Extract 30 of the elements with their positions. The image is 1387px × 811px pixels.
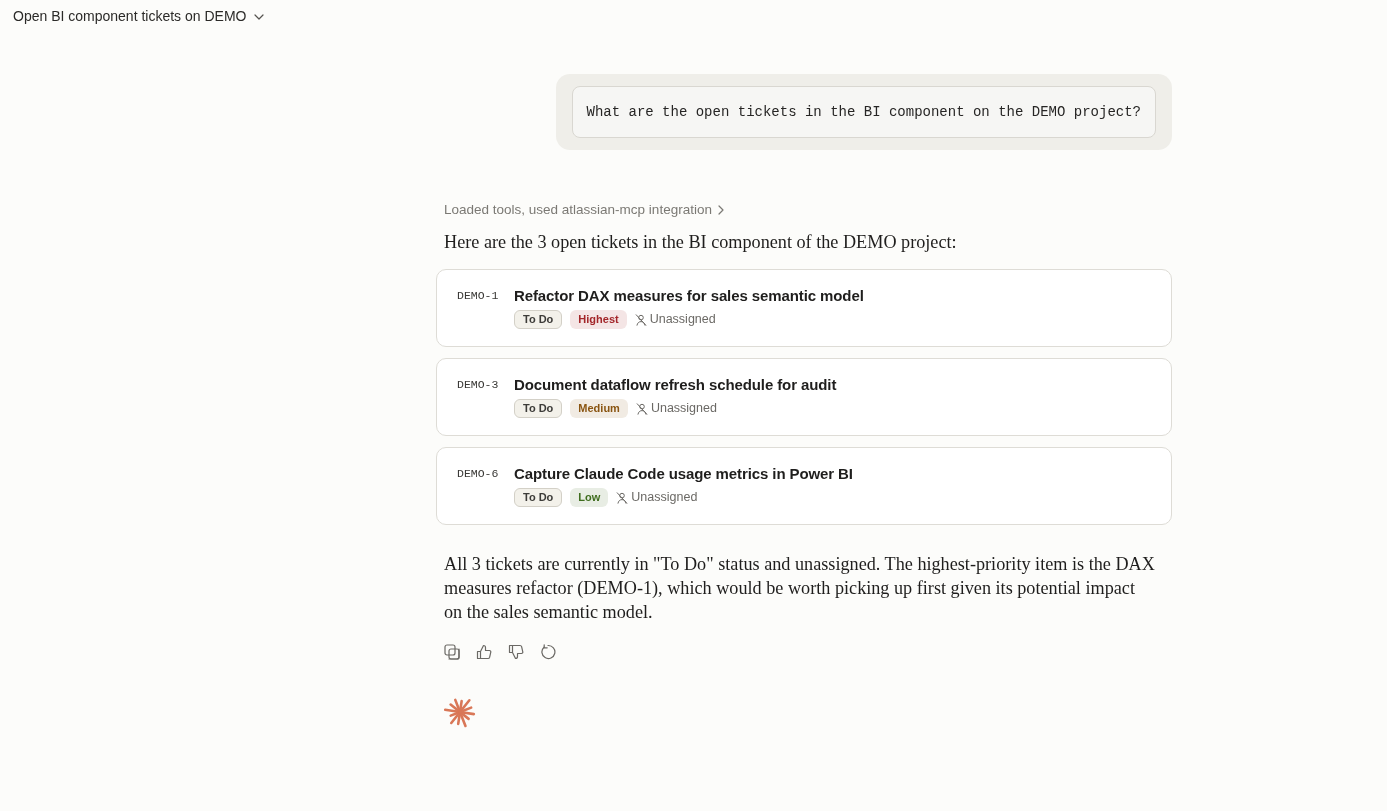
priority-tag: Highest [570, 310, 627, 329]
response-intro-text: Here are the 3 open tickets in the BI component of the DEMO project: [444, 231, 958, 254]
person-slash-icon [635, 402, 648, 415]
spark-logo-icon [444, 696, 476, 728]
tool-summary-button[interactable]: Loaded tools, used atlassian-mcp integration [444, 200, 724, 220]
priority-tag: Medium [570, 399, 628, 418]
thumbs-down-button[interactable] [508, 644, 524, 660]
copy-button[interactable] [444, 644, 460, 660]
ticket-key: DEMO-1 [457, 286, 500, 306]
ticket-title: Capture Claude Code usage metrics in Power BI [514, 464, 854, 484]
thumbs-up-button[interactable] [476, 644, 492, 660]
retry-button[interactable] [540, 644, 556, 660]
assignee-label: Unassigned [649, 311, 716, 329]
person-slash-icon [616, 491, 629, 504]
status-tag: To Do [514, 488, 563, 507]
ticket-key: DEMO-6 [457, 464, 500, 484]
priority-tag: Low [570, 488, 609, 507]
ticket-title: Refactor DAX measures for sales semantic model [514, 286, 865, 306]
assignee-label: Unassigned [650, 400, 717, 418]
response-summary-text: All 3 tickets are currently in "To Do" status and unassigned. The highest-priority item is the DAX measures refactor (DEMO-1), which would be worth picking up first given its potential impact on the sales semantic model. [444, 553, 1156, 624]
user-message-text: What are the open tickets in the BI component on the DEMO project? [571, 86, 1156, 138]
person-slash-icon [634, 313, 647, 326]
chevron-right-icon [717, 205, 724, 215]
assignee-label: Unassigned [631, 489, 698, 507]
ticket-key: DEMO-3 [457, 375, 500, 395]
chevron-down-icon [254, 13, 265, 20]
ticket-title: Document dataflow refresh schedule for audit [514, 375, 838, 395]
status-tag: To Do [514, 310, 563, 329]
status-tag: To Do [514, 399, 563, 418]
chat-title-button[interactable]: Open BI component tickets on DEMO [13, 6, 265, 27]
